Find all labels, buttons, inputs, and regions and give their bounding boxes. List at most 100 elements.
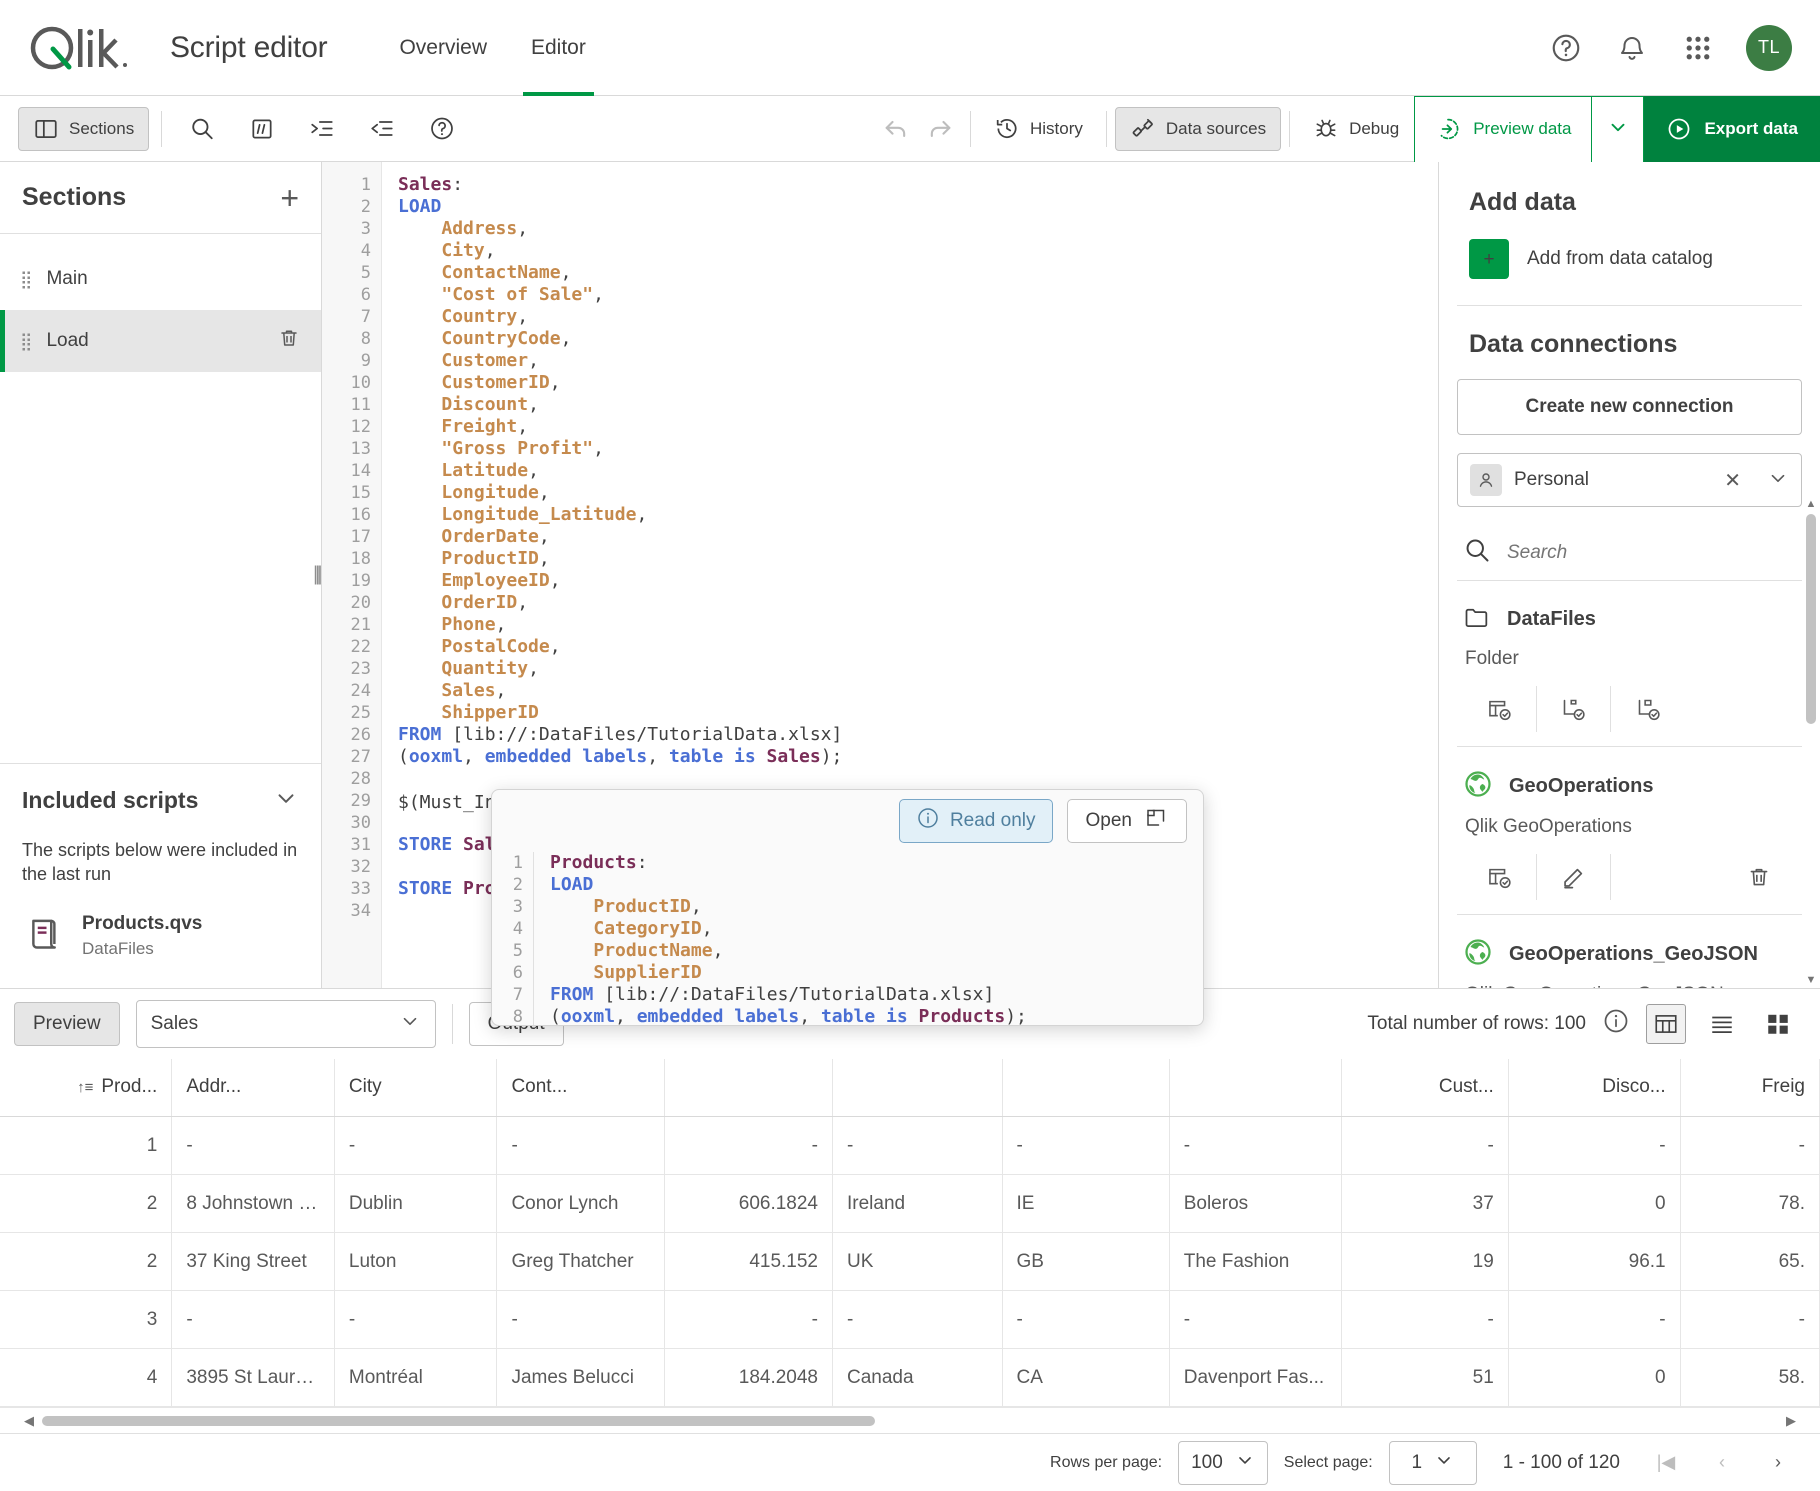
indent-decrease-button[interactable] [354,107,410,151]
edit-icon[interactable] [1537,854,1611,900]
select-data-icon[interactable] [1463,686,1537,732]
close-icon[interactable]: ✕ [1724,468,1741,493]
space-selector[interactable]: Personal ✕ [1457,453,1802,507]
info-circle-icon[interactable] [1602,1007,1630,1040]
preview-horizontal-scrollbar[interactable]: ◀ ▶ [0,1407,1820,1433]
add-from-data-catalog-button[interactable]: + Add from data catalog [1469,239,1802,279]
table-column-header[interactable]: Disco... [1508,1058,1681,1117]
list-view-icon[interactable] [1702,1004,1742,1044]
code-line[interactable]: LOAD [398,196,1438,218]
code-line[interactable]: Sales: [398,174,1438,196]
connection-title-row[interactable]: GeoOperations_GeoJSON [1463,937,1796,972]
search-input[interactable] [1507,541,1796,564]
code-line[interactable]: "Cost of Sale", [398,284,1438,306]
drag-handle-icon[interactable]: ⣿ [20,333,33,350]
table-row[interactable]: 28 Johnstown R... Dublin Conor Lynch 606.18… [0,1174,1820,1233]
toggle-sections-button[interactable]: Sections [18,106,150,151]
scroll-left-arrow-icon[interactable]: ◀ [24,1413,34,1429]
data-sources-button[interactable]: Data sources [1114,106,1282,151]
table-column-header[interactable]: Cust... [1341,1058,1509,1117]
code-line[interactable]: Sales, [398,680,1438,702]
export-data-button[interactable]: Export data [1644,95,1820,162]
first-page-icon[interactable]: |◀ [1646,1443,1686,1483]
scroll-right-arrow-icon[interactable]: ▶ [1786,1413,1796,1429]
connection-title-row[interactable]: GeoOperations [1463,769,1796,804]
scrollbar-thumb[interactable] [42,1415,876,1426]
insert-script-icon[interactable] [1537,686,1611,732]
table-column-header[interactable] [664,1058,834,1117]
load-script-icon[interactable] [1611,686,1685,732]
select-page-select[interactable]: 1 [1388,1440,1477,1485]
indent-increase-button[interactable] [294,107,350,151]
code-line[interactable]: OrderDate, [398,526,1438,548]
history-button[interactable]: History [979,107,1098,151]
included-script-item[interactable]: Products.qvs DataFiles [22,913,299,960]
code-line[interactable]: CountryCode, [398,328,1438,350]
preview-data-button[interactable]: Preview data [1414,95,1593,162]
redo-icon[interactable] [918,107,962,151]
table-column-header[interactable] [1169,1058,1342,1117]
preview-table-selector[interactable]: Sales [135,999,436,1048]
scroll-down-arrow-icon[interactable]: ▼ [1804,972,1818,988]
code-line[interactable]: Customer, [398,350,1438,372]
sidebar-item-main[interactable]: ⣿ Main [0,248,321,310]
code-line[interactable] [398,768,1438,790]
user-avatar[interactable]: TL [1746,24,1792,71]
code-line[interactable]: OrderID, [398,592,1438,614]
code-line[interactable]: Discount, [398,394,1438,416]
tab-preview[interactable]: Preview [14,1001,120,1046]
table-column-header[interactable]: Cont... [496,1058,665,1117]
debug-button[interactable]: Debug [1298,107,1414,151]
code-line[interactable]: Latitude, [398,460,1438,482]
code-line[interactable]: Longitude, [398,482,1438,504]
table-row[interactable]: 2 37 King Street Luton Greg Thatcher 415.152… [0,1232,1820,1291]
grid-view-icon[interactable] [1758,1004,1798,1044]
code-line[interactable]: ShipperID [398,702,1438,724]
scroll-up-arrow-icon[interactable]: ▲ [1804,496,1818,512]
code-line[interactable]: (ooxml, embedded labels, table is Sales)… [398,746,1438,768]
create-new-connection-button[interactable]: Create new connection [1457,379,1802,435]
table-column-header[interactable] [1002,1058,1170,1117]
rows-per-page-select[interactable]: 100 [1178,1440,1268,1485]
table-row[interactable]: 3---------- [0,1290,1820,1349]
code-line[interactable]: ProductID, [398,548,1438,570]
previous-page-icon[interactable]: ‹ [1702,1443,1742,1483]
app-grid-icon[interactable] [1680,30,1716,66]
table-row[interactable]: 4 3895 St Lauren... Montréal James Belucci 1… [0,1348,1820,1407]
select-data-icon[interactable] [1463,854,1537,900]
preview-data-dropdown-button[interactable] [1592,95,1645,162]
code-line[interactable]: FROM [lib://:DataFiles/TutorialData.xlsx… [398,724,1438,746]
chevron-down-icon[interactable] [273,785,299,816]
sidebar-item-load[interactable]: ⣿ Load [0,310,321,372]
code-line[interactable]: CustomerID, [398,372,1438,394]
scrollbar-thumb[interactable] [1806,514,1816,724]
undo-icon[interactable] [874,107,918,151]
comment-button[interactable] [234,107,290,151]
code-line[interactable]: Country, [398,306,1438,328]
table-column-header[interactable]: Addr... [171,1058,335,1117]
included-scripts-header[interactable]: Included scripts [0,764,321,838]
editor-help-button[interactable] [414,107,470,151]
table-column-header[interactable] [832,1058,1003,1117]
table-view-icon[interactable] [1646,1003,1686,1044]
drag-handle-icon[interactable]: ⣿ [20,271,33,288]
code-line[interactable]: Address, [398,218,1438,240]
code-line[interactable]: City, [398,240,1438,262]
code-line[interactable]: Phone, [398,614,1438,636]
code-line[interactable]: ContactName, [398,262,1438,284]
sort-ascending-icon[interactable]: ↑≡ [77,1079,93,1096]
editor-left-resize-handle[interactable]: ||| [313,563,322,586]
tab-overview[interactable]: Overview [377,0,509,96]
code-line[interactable]: Longitude_Latitude, [398,504,1438,526]
code-line[interactable]: EmployeeID, [398,570,1438,592]
code-line[interactable]: PostalCode, [398,636,1438,658]
data-panel-scrollbar[interactable]: ▲ ▼ [1804,162,1818,988]
connection-title-row[interactable]: DataFiles [1463,603,1796,636]
code-line[interactable]: "Gross Profit", [398,438,1438,460]
table-row[interactable]: 1---------- [0,1116,1820,1175]
add-section-button[interactable]: + [280,182,299,214]
table-column-header[interactable]: City [334,1058,498,1117]
code-line[interactable]: Quantity, [398,658,1438,680]
search-button[interactable] [174,107,230,151]
table-column-header[interactable]: Freig [1680,1058,1820,1117]
